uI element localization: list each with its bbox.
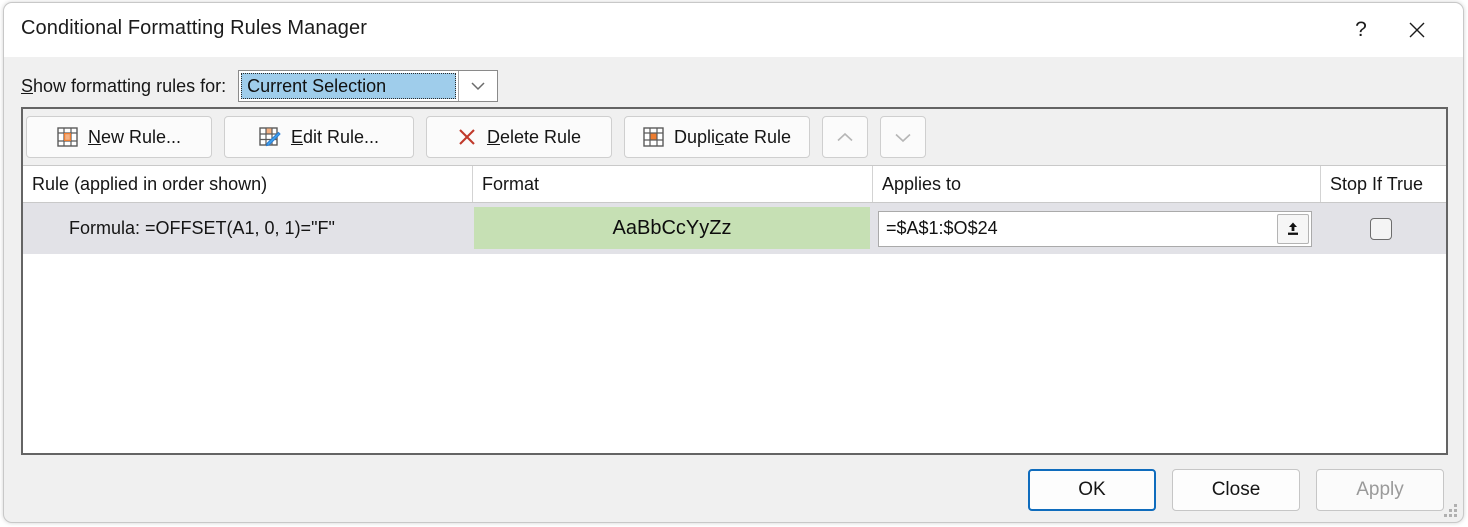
- combobox-dropdown-button[interactable]: [458, 71, 498, 101]
- column-header-applies-to: Applies to: [872, 166, 1320, 202]
- rules-toolbar: New Rule... Edit Rule... Delete Rule Dup…: [23, 109, 1446, 165]
- chevron-up-icon: [837, 132, 853, 141]
- ok-button[interactable]: OK: [1028, 469, 1156, 511]
- combobox-selected-value[interactable]: Current Selection: [241, 73, 457, 99]
- close-button[interactable]: [1395, 11, 1439, 49]
- edit-rule-label-rest: dit Rule...: [302, 126, 380, 147]
- red-x-icon: [457, 127, 477, 147]
- grid-new-icon: [57, 127, 78, 147]
- show-rules-for-label-rest: how formatting rules for:: [33, 75, 227, 96]
- dialog-title: Conditional Formatting Rules Manager: [21, 17, 367, 39]
- grid-duplicate-icon: [643, 127, 664, 147]
- delete-rule-button[interactable]: Delete Rule: [426, 116, 612, 158]
- show-rules-for-row: Show formatting rules for: Current Selec…: [21, 69, 499, 103]
- format-preview[interactable]: AaBbCcYyZz: [474, 207, 870, 249]
- duplicate-rule-button[interactable]: Duplicate Rule: [624, 116, 810, 158]
- duplicate-rule-label: Duplicate Rule: [674, 127, 791, 148]
- new-rule-label-rest: ew Rule...: [100, 126, 182, 147]
- new-rule-label: New Rule...: [88, 127, 181, 148]
- range-select-icon: [1288, 222, 1298, 235]
- move-rule-up-button[interactable]: [822, 116, 868, 158]
- move-rule-down-button[interactable]: [880, 116, 926, 158]
- duplicate-rule-accel: c: [714, 126, 724, 147]
- table-row[interactable]: Formula: =OFFSET(A1, 0, 1)="F" AaBbCcYyZ…: [23, 203, 1446, 254]
- close-button-footer[interactable]: Close: [1172, 469, 1300, 511]
- stop-if-true-checkbox[interactable]: [1370, 217, 1392, 240]
- rules-list-empty-area: [23, 254, 1446, 452]
- delete-rule-accel: D: [486, 126, 500, 147]
- column-header-rule: Rule (applied in order shown): [32, 173, 268, 194]
- rules-column-headers: Rule (applied in order shown) Format App…: [23, 165, 1446, 203]
- conditional-formatting-rules-manager-dialog: Conditional Formatting Rules Manager ? S…: [3, 2, 1464, 523]
- new-rule-button[interactable]: New Rule...: [26, 116, 212, 158]
- title-bar: Conditional Formatting Rules Manager ?: [4, 3, 1463, 57]
- rules-panel: New Rule... Edit Rule... Delete Rule Dup…: [21, 107, 1448, 455]
- delete-rule-label: Delete Rule: [487, 127, 581, 148]
- rule-stop-if-true-cell: [1320, 203, 1442, 254]
- accelerator-letter: S: [21, 75, 34, 96]
- edit-rule-button[interactable]: Edit Rule...: [224, 116, 414, 158]
- dialog-footer: OK Close Apply: [4, 469, 1463, 522]
- combobox-value-wrap: Current Selection: [239, 71, 458, 101]
- column-header-stop-if-true: Stop If True: [1320, 166, 1442, 202]
- edit-rule-accel: E: [290, 126, 303, 147]
- rule-format-cell[interactable]: AaBbCcYyZz: [472, 203, 872, 254]
- applies-to-input[interactable]: [879, 217, 1277, 240]
- show-rules-for-combobox[interactable]: Current Selection: [238, 70, 499, 102]
- column-header-format: Format: [472, 166, 872, 202]
- duplicate-rule-label-rest: ate Rule: [723, 126, 792, 147]
- apply-button[interactable]: Apply: [1316, 469, 1444, 511]
- chevron-down-icon: [895, 133, 911, 142]
- help-button[interactable]: ?: [1339, 11, 1383, 49]
- grid-pencil-icon: [259, 127, 281, 147]
- chevron-down-icon: [471, 82, 485, 91]
- close-icon: [1409, 22, 1425, 38]
- rule-applies-to-cell: [872, 203, 1320, 254]
- resize-grip[interactable]: [1444, 504, 1458, 518]
- delete-rule-label-rest: elete Rule: [499, 126, 582, 147]
- question-mark-icon: ?: [1355, 18, 1367, 41]
- show-rules-for-label: Show formatting rules for:: [21, 76, 226, 97]
- duplicate-rule-label-before: Dupli: [673, 126, 715, 147]
- edit-rule-label: Edit Rule...: [291, 127, 379, 148]
- rule-description[interactable]: Formula: =OFFSET(A1, 0, 1)="F": [23, 218, 472, 239]
- applies-to-field[interactable]: [878, 210, 1312, 247]
- new-rule-accel: N: [87, 126, 101, 147]
- range-selector-button[interactable]: [1277, 213, 1309, 244]
